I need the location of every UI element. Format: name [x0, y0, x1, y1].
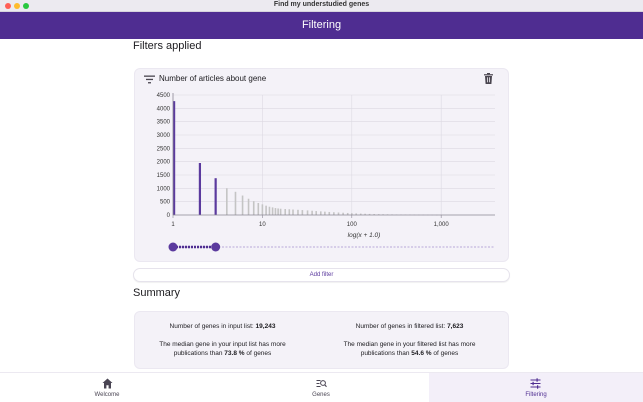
input-median-stat: The median gene in your input list has m…	[159, 341, 286, 357]
summary-title: Summary	[133, 287, 181, 299]
histogram-bar	[284, 209, 287, 215]
input-gene-count: Number of genes in input list: 19,243	[169, 323, 276, 330]
y-tick-label: 4000	[157, 106, 171, 112]
histogram-bar	[268, 206, 271, 215]
window-title: Find my understudied genes	[273, 1, 370, 8]
window-titlebar: Find my understudied genes	[0, 0, 643, 12]
y-tick-label: 2000	[157, 160, 171, 166]
histogram-bar	[315, 211, 318, 215]
histogram-bar	[319, 211, 322, 215]
nav-item-welcome[interactable]: Welcome	[0, 373, 214, 402]
selected-bar	[214, 178, 217, 215]
histogram-bar	[311, 210, 313, 215]
gene-search-icon	[316, 380, 327, 388]
app-bar: Filtering	[0, 12, 643, 39]
range-slider-min-handle[interactable]	[168, 242, 178, 252]
x-tick-label: 1,000	[434, 222, 450, 228]
histogram-bar	[265, 205, 267, 215]
histogram-bar	[234, 191, 237, 215]
y-tick-label: 3000	[157, 133, 171, 139]
y-tick-label: 1000	[157, 186, 171, 192]
histogram-bar	[247, 198, 250, 215]
home-icon	[102, 378, 113, 389]
y-tick-label: 3500	[157, 120, 171, 126]
histogram-bar	[301, 210, 304, 215]
histogram-bar	[279, 208, 282, 215]
add-filter-button[interactable]: Add filter	[133, 268, 510, 282]
y-tick-label: 2500	[157, 146, 171, 152]
range-slider-max-handle[interactable]	[211, 242, 221, 252]
nav-label-genes: Genes	[312, 392, 330, 398]
y-tick-label: 4500	[157, 93, 171, 99]
nav-label-filtering: Filtering	[525, 392, 547, 398]
histogram-bar	[288, 209, 291, 215]
filters-section-title: Filters applied	[133, 40, 202, 52]
x-tick-label: 10	[259, 222, 266, 228]
histogram-bar	[274, 208, 277, 215]
histogram-bar	[252, 201, 255, 215]
x-tick-label: 100	[347, 222, 358, 228]
histogram-bar	[261, 204, 264, 215]
x-tick-label: 1	[171, 222, 175, 228]
histogram-bar	[297, 209, 299, 215]
summary-card: Number of genes in input list: 19,243 Nu…	[134, 311, 509, 369]
y-tick-label: 500	[160, 200, 171, 206]
histogram-bar	[226, 188, 228, 215]
bottom-navigation: Welcome Genes Filtering	[0, 372, 643, 402]
x-axis-label: log(x + 1.0)	[348, 232, 381, 239]
tune-icon	[530, 378, 541, 389]
histogram-bar	[277, 208, 279, 215]
histogram-bar	[292, 209, 294, 215]
nav-item-filtering[interactable]: Filtering	[429, 373, 643, 402]
histogram-bar	[324, 211, 326, 215]
histogram-bar	[306, 210, 309, 215]
histogram-bar	[333, 212, 335, 215]
filtered-median-stat: The median gene in your filtered list ha…	[343, 341, 476, 357]
histogram-bar	[257, 203, 260, 215]
y-tick-label: 1500	[157, 173, 171, 179]
selected-bar	[198, 163, 202, 215]
filter-card: Number of articles about gene 0 500 1000 15…	[134, 68, 509, 262]
histogram-bar	[271, 207, 274, 215]
histogram-bar	[328, 211, 331, 215]
y-tick-label: 0	[167, 213, 171, 219]
histogram-bar	[241, 195, 244, 215]
nav-label-welcome: Welcome	[94, 392, 120, 398]
page-title: Filtering	[301, 19, 342, 31]
nav-item-genes[interactable]: Genes	[214, 373, 428, 402]
filtered-gene-count: Number of genes in filtered list: 7,623	[355, 323, 464, 330]
articles-histogram: 0 500 1000 1500 2000 2500 3000 3500 4000 4500 1 10…	[157, 93, 495, 252]
